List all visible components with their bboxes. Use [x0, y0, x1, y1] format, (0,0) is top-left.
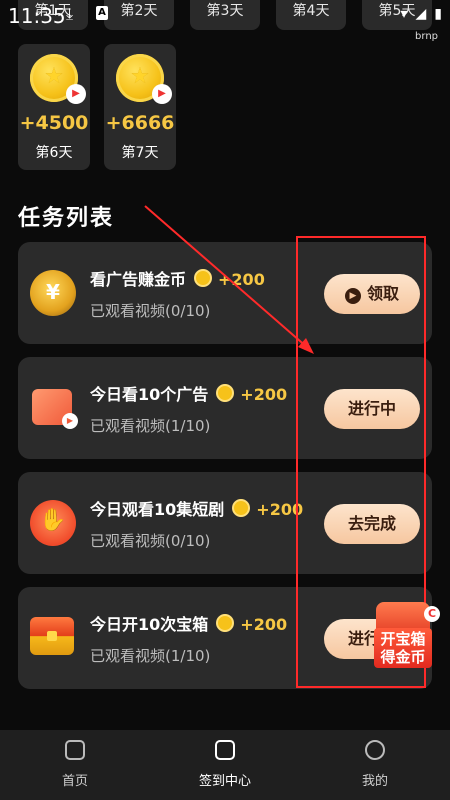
network-speed: brnp: [415, 31, 438, 42]
nav-label: 签到中心: [198, 774, 251, 789]
battery-icon: ▮: [434, 6, 442, 22]
annotation-arrow: [144, 205, 314, 354]
status-bar: 11:35 ⤓ A ▾ ◢ ▮ brnp: [0, 0, 450, 42]
nav-label: 我的: [361, 774, 388, 789]
nav-home[interactable]: 首页: [30, 740, 120, 789]
nav-mine[interactable]: 我的: [330, 740, 420, 789]
nav-checkin-center[interactable]: 签到中心: [180, 740, 270, 789]
wifi-icon: ▾: [400, 6, 408, 22]
profile-icon: [365, 740, 385, 760]
floating-treasure-chest[interactable]: C 开宝箱 得金币: [370, 600, 440, 670]
bottom-nav: 首页 签到中心 我的: [0, 730, 450, 800]
download-icon: ⤓: [66, 4, 74, 23]
close-badge-icon[interactable]: C: [424, 606, 440, 622]
status-time: 11:35: [8, 4, 66, 28]
treasure-chest-label: 开宝箱 得金币: [374, 628, 432, 668]
home-icon: [65, 740, 85, 760]
nav-label: 首页: [61, 774, 88, 789]
notification-a-icon: A: [96, 6, 108, 20]
signal-icon: ◢: [415, 6, 427, 22]
calendar-check-icon: [215, 740, 235, 760]
